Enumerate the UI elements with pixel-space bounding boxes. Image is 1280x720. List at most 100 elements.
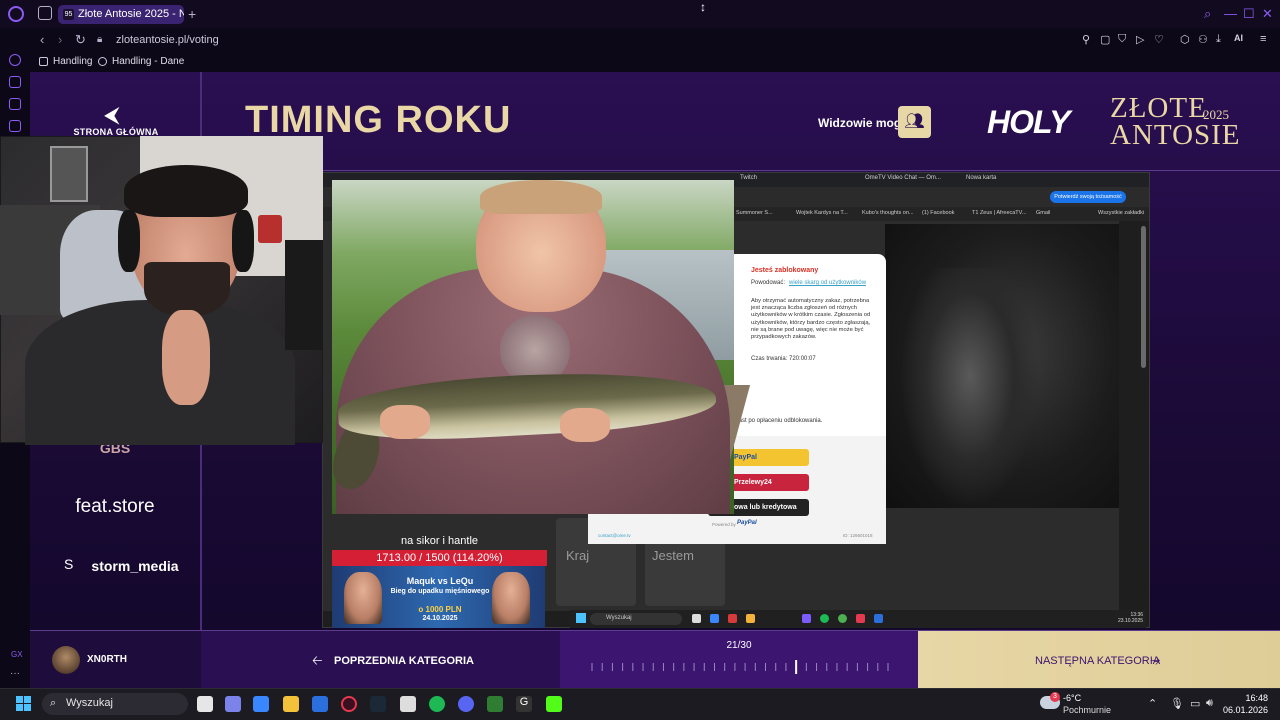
folder-icon [39, 57, 48, 66]
banner-date: 24.10.2025 [422, 615, 458, 622]
opera-icon[interactable] [8, 6, 24, 22]
screen-app-icon [692, 614, 701, 623]
discord-icon[interactable] [458, 696, 474, 712]
download-icon[interactable]: ⤓ [1216, 33, 1221, 46]
mail-icon[interactable] [312, 696, 328, 712]
username[interactable]: XN0RTH [87, 654, 127, 665]
tab-zlote-antosie[interactable]: Złote Antosie 2025 - N [58, 5, 184, 24]
weather-badge: 3 [1050, 692, 1060, 702]
card-label: owa lub kredytowa [734, 504, 797, 511]
store-icon[interactable] [253, 696, 269, 712]
avatar[interactable] [52, 646, 80, 674]
explorer-icon[interactable] [283, 696, 299, 712]
minimize-icon[interactable]: — [1224, 6, 1237, 21]
mic-icon[interactable]: 🎙︎ [1170, 697, 1184, 710]
modal-duration: Czas trwania: 720:00:07 [751, 356, 816, 362]
screen-date: 23.10.2025 [1118, 618, 1144, 624]
modal-unlock-note: niast po opłaceniu odblokowania. [734, 418, 823, 424]
url-field[interactable]: zloteantosie.pl/voting [116, 34, 219, 46]
taskbar-search[interactable]: Wyszukaj [42, 693, 188, 715]
teams-icon[interactable] [225, 696, 241, 712]
opera-gx-icon[interactable] [341, 696, 357, 712]
xbox-icon[interactable] [487, 696, 503, 712]
windows-icon[interactable] [16, 696, 32, 712]
forward-icon[interactable]: › [58, 32, 62, 47]
category-progress-ticks[interactable] [590, 660, 890, 674]
partner-figure [900, 268, 1040, 508]
webcam-streamer-beard [144, 262, 230, 317]
people-icon[interactable]: 👥︎ [898, 106, 931, 138]
menu-icon[interactable]: ≡ [1260, 33, 1266, 45]
banner-title: Maquk vs LeQu [406, 576, 474, 586]
gx-label: GX [11, 650, 23, 659]
home-arrow-icon[interactable]: ⮜ [104, 102, 120, 128]
modal-reason-link: wiele skarg od użytkowników [789, 280, 867, 286]
photo-left-hand [380, 405, 430, 439]
przelewy24-label: Przelewy24 [734, 479, 772, 486]
sponsor-feat-store[interactable]: feat.store [50, 496, 180, 518]
sidebar-refresh-icon[interactable] [9, 54, 21, 66]
bookmarks-bar [30, 52, 1280, 72]
screen-spotify-icon [820, 614, 829, 623]
bookmark-handling-dane[interactable]: Handling - Dane [112, 56, 184, 67]
modal-id: ID: 126601018 [843, 533, 873, 538]
app-icon[interactable]: G [516, 696, 532, 712]
sidebar-messenger-icon[interactable] [9, 120, 21, 132]
screen-bookmark: (1) Facebook [922, 210, 955, 216]
photo-man-hair [480, 180, 602, 214]
modal-body: Aby otrzymać automatyczny zakaz, potrzeb… [751, 298, 871, 341]
temperature: -6°C [1063, 693, 1082, 703]
viewers-label: Widzowie mogą [818, 116, 908, 130]
task-view-icon[interactable] [197, 696, 213, 712]
tab-switcher-icon[interactable] [38, 6, 52, 20]
sidebar-twitch-icon[interactable] [9, 98, 21, 110]
screen-windows-icon [576, 613, 586, 623]
back-icon[interactable]: ‹ [40, 32, 44, 47]
shield-icon[interactable]: ⛉ [1118, 33, 1126, 46]
spotify-icon[interactable] [429, 696, 445, 712]
ai-icon[interactable]: AI [1234, 33, 1243, 43]
reload-icon[interactable]: ↻ [75, 32, 86, 48]
screen-app-icon [802, 614, 811, 623]
bookmark-handling[interactable]: Handling [53, 56, 92, 67]
pin-icon[interactable]: ⚲ [1082, 33, 1090, 46]
sponsor-storm-media[interactable]: storm_media [70, 558, 200, 574]
globe-icon [98, 57, 107, 66]
more-icon[interactable]: ··· [10, 668, 20, 679]
screen-tab: OmeTV Video Chat — Om... [865, 175, 941, 181]
webcam-microphone [285, 240, 323, 350]
country-label: Kraj [566, 548, 590, 563]
webcam-streamer-hand [162, 310, 210, 405]
modal-title: Jesteś zablokowany [751, 267, 819, 274]
headphones-left [118, 210, 140, 272]
profile-icon[interactable]: ⚇ [1198, 33, 1208, 46]
next-category-label: NASTĘPNA KATEGORIA [1035, 655, 1161, 667]
network-icon[interactable]: ▭ [1190, 697, 1200, 710]
powered-brand: PayPal [737, 520, 757, 526]
chevron-up-icon[interactable]: ⌃ [1148, 697, 1157, 710]
tab-title: Złote Antosie 2025 - N [78, 8, 184, 20]
photo-right-hand [560, 408, 610, 442]
extensions-icon[interactable]: ⬡ [1180, 33, 1190, 46]
weather-condition: Pochmurnie [1063, 705, 1112, 715]
screen-clock: 13:36 23.10.2025 [1118, 612, 1143, 624]
modal-reason-label: Powodować: [751, 280, 786, 286]
search-tabs-icon[interactable]: ⌕ [1204, 6, 1211, 22]
close-icon[interactable]: ✕ [1262, 6, 1273, 22]
screen-bookmark: Summoner S... [736, 210, 773, 216]
cursor-icon: ↕ [700, 0, 706, 14]
new-tab-icon[interactable]: + [188, 6, 196, 22]
maximize-icon[interactable]: ☐ [1243, 6, 1255, 22]
volume-icon[interactable]: 🔊︎ [1206, 697, 1213, 710]
powered-by: Powered by [712, 522, 736, 527]
heart-icon[interactable]: ♡ [1154, 33, 1164, 46]
sidebar-aria-icon[interactable] [9, 76, 21, 88]
arrow-right-icon: 🡢 [1150, 653, 1161, 668]
screen-bookmark: Wojtek Kardys na T... [796, 210, 848, 216]
app-icon[interactable] [400, 696, 416, 712]
kick-icon[interactable] [546, 696, 562, 712]
play-icon[interactable]: ▷ [1136, 33, 1144, 46]
snapshot-icon[interactable]: ▢ [1100, 33, 1110, 46]
steam-icon[interactable] [370, 696, 386, 712]
banner-subtitle: Bieg do upadku mięśniowego [390, 588, 490, 595]
